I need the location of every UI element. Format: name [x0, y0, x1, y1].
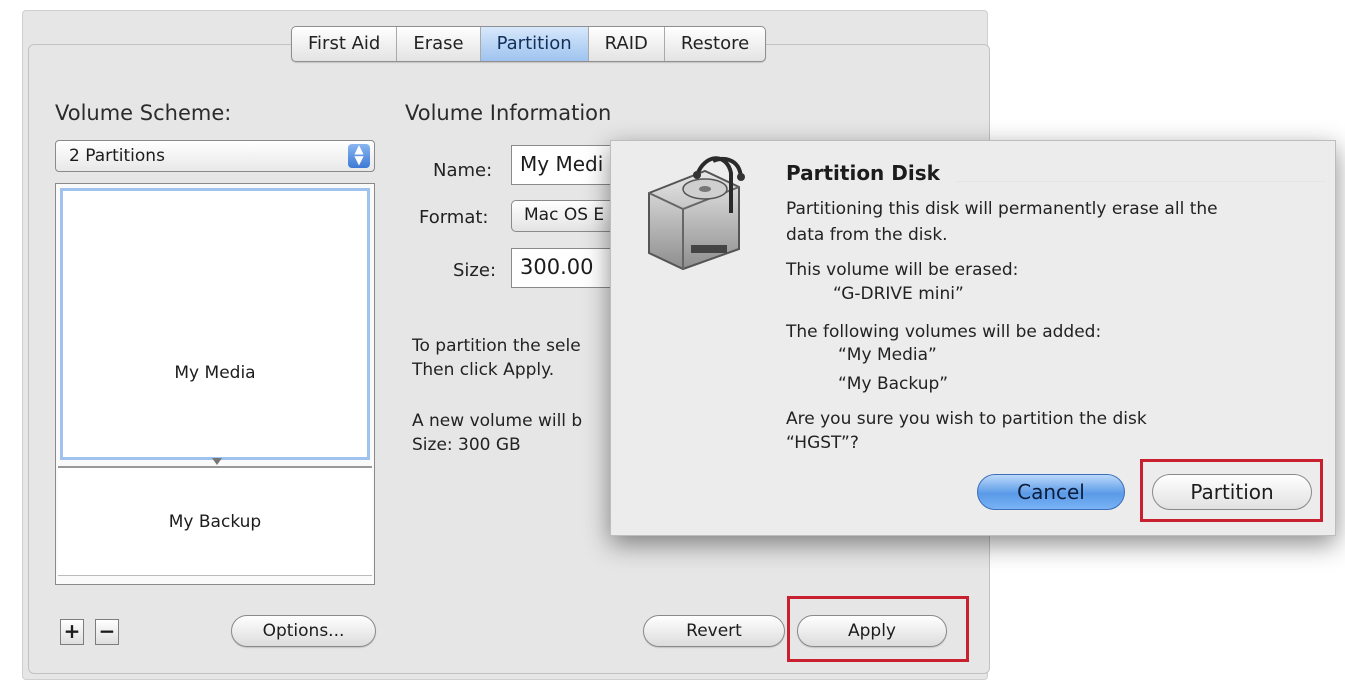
size-label: Size: — [453, 260, 497, 281]
partition-my-backup[interactable]: My Backup — [58, 466, 372, 576]
volume-information-heading: Volume Information — [405, 101, 612, 125]
remove-partition-button[interactable]: − — [95, 619, 119, 645]
size-field[interactable]: 300.00 — [511, 248, 621, 288]
erased-volume-label: This volume will be erased: — [786, 260, 1019, 280]
popup-arrows-icon: ▲ ▼ — [348, 143, 370, 168]
name-label: Name: — [433, 160, 493, 181]
new-volume-size: Size: 300 GB — [412, 435, 521, 455]
revert-button[interactable]: Revert — [643, 615, 785, 647]
options-button[interactable]: Options... — [231, 615, 376, 647]
tab-bar: First Aid Erase Partition RAID Restore — [291, 26, 767, 62]
added-volumes-label: The following volumes will be added: — [786, 322, 1102, 342]
format-popup[interactable]: Mac OS E — [511, 200, 621, 232]
tab-erase[interactable]: Erase — [397, 27, 481, 61]
confirm-question-disk: “HGST”? — [786, 433, 859, 453]
tab-partition[interactable]: Partition — [480, 27, 589, 61]
disk-utility-stethoscope-icon — [648, 156, 745, 271]
volume-scheme-label: Volume Scheme: — [55, 101, 232, 125]
partition-highlight-box — [1140, 459, 1323, 522]
tab-raid[interactable]: RAID — [589, 27, 665, 61]
tab-restore[interactable]: Restore — [665, 27, 765, 61]
name-field[interactable]: My Medi — [511, 145, 621, 185]
added-volume-name: “My Backup” — [838, 374, 949, 394]
volume-map: My Media My Backup — [55, 183, 375, 585]
instruction-line: To partition the sele — [412, 336, 581, 356]
new-volume-line: A new volume will b — [412, 411, 583, 431]
volume-scheme-selected: 2 Partitions — [69, 146, 165, 166]
dialog-warning: data from the disk. — [786, 225, 948, 245]
partition-name: My Backup — [168, 512, 262, 532]
partition-name: My Media — [174, 363, 256, 383]
cancel-button[interactable]: Cancel — [977, 474, 1125, 510]
partition-resize-handle-icon[interactable] — [212, 458, 222, 465]
tab-first-aid[interactable]: First Aid — [292, 27, 398, 61]
partition-my-media[interactable]: My Media — [60, 188, 370, 460]
instruction-line: Then click Apply. — [412, 360, 555, 380]
add-partition-button[interactable]: + — [60, 619, 84, 645]
format-label: Format: — [419, 207, 489, 228]
confirm-question: Are you sure you wish to partition the d… — [786, 409, 1147, 429]
added-volume-name: “My Media” — [838, 345, 937, 365]
dialog-title: Partition Disk — [786, 161, 940, 185]
dialog-warning: Partitioning this disk will permanently … — [786, 199, 1218, 219]
apply-highlight-box — [787, 596, 969, 662]
volume-scheme-popup[interactable]: 2 Partitions ▲ ▼ — [55, 140, 375, 172]
erased-volume-name: “G-DRIVE mini” — [833, 284, 964, 304]
